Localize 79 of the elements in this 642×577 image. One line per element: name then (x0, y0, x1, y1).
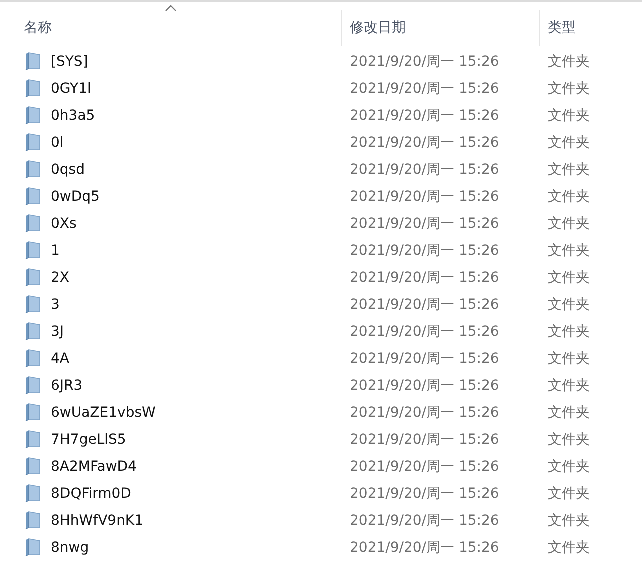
file-name[interactable]: 2X (51, 270, 70, 286)
folder-icon (25, 376, 42, 395)
file-name[interactable]: 8A2MFawD4 (51, 458, 137, 474)
folder-icon (25, 538, 42, 557)
file-type: 文件夹 (547, 350, 591, 368)
file-type: 文件夹 (547, 538, 591, 556)
file-type: 文件夹 (547, 376, 591, 394)
modified-date: 2021/9/20/周一 15:26 (349, 106, 500, 124)
file-name[interactable]: 3J (51, 324, 64, 340)
folder-icon (25, 133, 42, 152)
modified-date: 2021/9/20/周一 15:26 (349, 350, 500, 368)
folder-icon (25, 403, 42, 422)
modified-date: 2021/9/20/周一 15:26 (349, 160, 500, 178)
file-type: 文件夹 (547, 296, 591, 314)
file-name[interactable]: 6JR3 (51, 378, 83, 394)
file-name[interactable]: 0l (51, 134, 64, 150)
modified-date: 2021/9/20/周一 15:26 (349, 52, 500, 70)
file-type: 文件夹 (547, 268, 591, 286)
file-name[interactable]: 0Xs (51, 216, 77, 232)
file-type: 文件夹 (547, 52, 591, 70)
file-type: 文件夹 (547, 160, 591, 178)
folder-icon (25, 457, 42, 476)
file-type: 文件夹 (547, 404, 591, 422)
file-type: 文件夹 (547, 484, 591, 502)
modified-date: 2021/9/20/周一 15:26 (349, 80, 500, 98)
file-name[interactable]: 8DQFirm0D (51, 486, 132, 502)
modified-date: 2021/9/20/周一 15:26 (349, 512, 500, 530)
file-name[interactable]: 1 (51, 242, 60, 258)
modified-date: 2021/9/20/周一 15:26 (349, 430, 500, 448)
modified-date: 2021/9/20/周一 15:26 (349, 538, 500, 556)
file-type: 文件夹 (547, 134, 591, 152)
file-type: 文件夹 (547, 430, 591, 448)
file-name[interactable]: 0wDq5 (51, 188, 100, 204)
folder-icon (25, 187, 42, 206)
file-type: 文件夹 (547, 106, 591, 124)
file-name[interactable]: 7H7geLlS5 (51, 432, 126, 448)
folder-icon (25, 349, 42, 368)
modified-date: 2021/9/20/周一 15:26 (349, 242, 500, 260)
modified-date: 2021/9/20/周一 15:26 (349, 214, 500, 232)
folder-icon (25, 322, 42, 341)
file-type: 文件夹 (547, 188, 591, 206)
modified-date: 2021/9/20/周一 15:26 (349, 268, 500, 286)
column-header[interactable]: 类型 (548, 19, 576, 37)
folder-icon (25, 52, 42, 71)
modified-date: 2021/9/20/周一 15:26 (349, 322, 500, 340)
file-type: 文件夹 (547, 214, 591, 232)
file-name[interactable]: 8HhWfV9nK1 (51, 512, 144, 528)
modified-date: 2021/9/20/周一 15:26 (349, 134, 500, 152)
file-type: 文件夹 (547, 458, 591, 476)
file-name[interactable]: 0h3a5 (51, 108, 96, 124)
file-name[interactable]: 8nwg (51, 540, 90, 556)
folder-icon (25, 484, 42, 503)
folder-icon (25, 160, 42, 179)
modified-date: 2021/9/20/周一 15:26 (349, 296, 500, 314)
folder-icon (25, 106, 42, 125)
folder-icon (25, 268, 42, 287)
column-header[interactable]: 修改日期 (350, 19, 406, 37)
modified-date: 2021/9/20/周一 15:26 (349, 404, 500, 422)
folder-icon (25, 79, 42, 98)
modified-date: 2021/9/20/周一 15:26 (349, 376, 500, 394)
folder-icon (25, 214, 42, 233)
modified-date: 2021/9/20/周一 15:26 (349, 484, 500, 502)
folder-icon (25, 241, 42, 260)
file-type: 文件夹 (547, 512, 591, 530)
file-type: 文件夹 (547, 242, 591, 260)
modified-date: 2021/9/20/周一 15:26 (349, 458, 500, 476)
file-name[interactable]: [SYS] (51, 54, 88, 70)
folder-icon (25, 430, 42, 449)
file-name[interactable]: 4A (51, 350, 70, 366)
file-name[interactable]: 6wUaZE1vbsW (51, 404, 156, 420)
file-name[interactable]: 3 (51, 296, 60, 312)
folder-icon (25, 295, 42, 314)
file-type: 文件夹 (547, 322, 591, 340)
folder-icon (25, 511, 42, 530)
column-header[interactable]: 名称 (24, 19, 52, 37)
file-type: 文件夹 (547, 80, 591, 98)
file-name[interactable]: 0qsd (51, 162, 85, 178)
modified-date: 2021/9/20/周一 15:26 (349, 188, 500, 206)
file-name[interactable]: 0GY1l (51, 80, 92, 96)
